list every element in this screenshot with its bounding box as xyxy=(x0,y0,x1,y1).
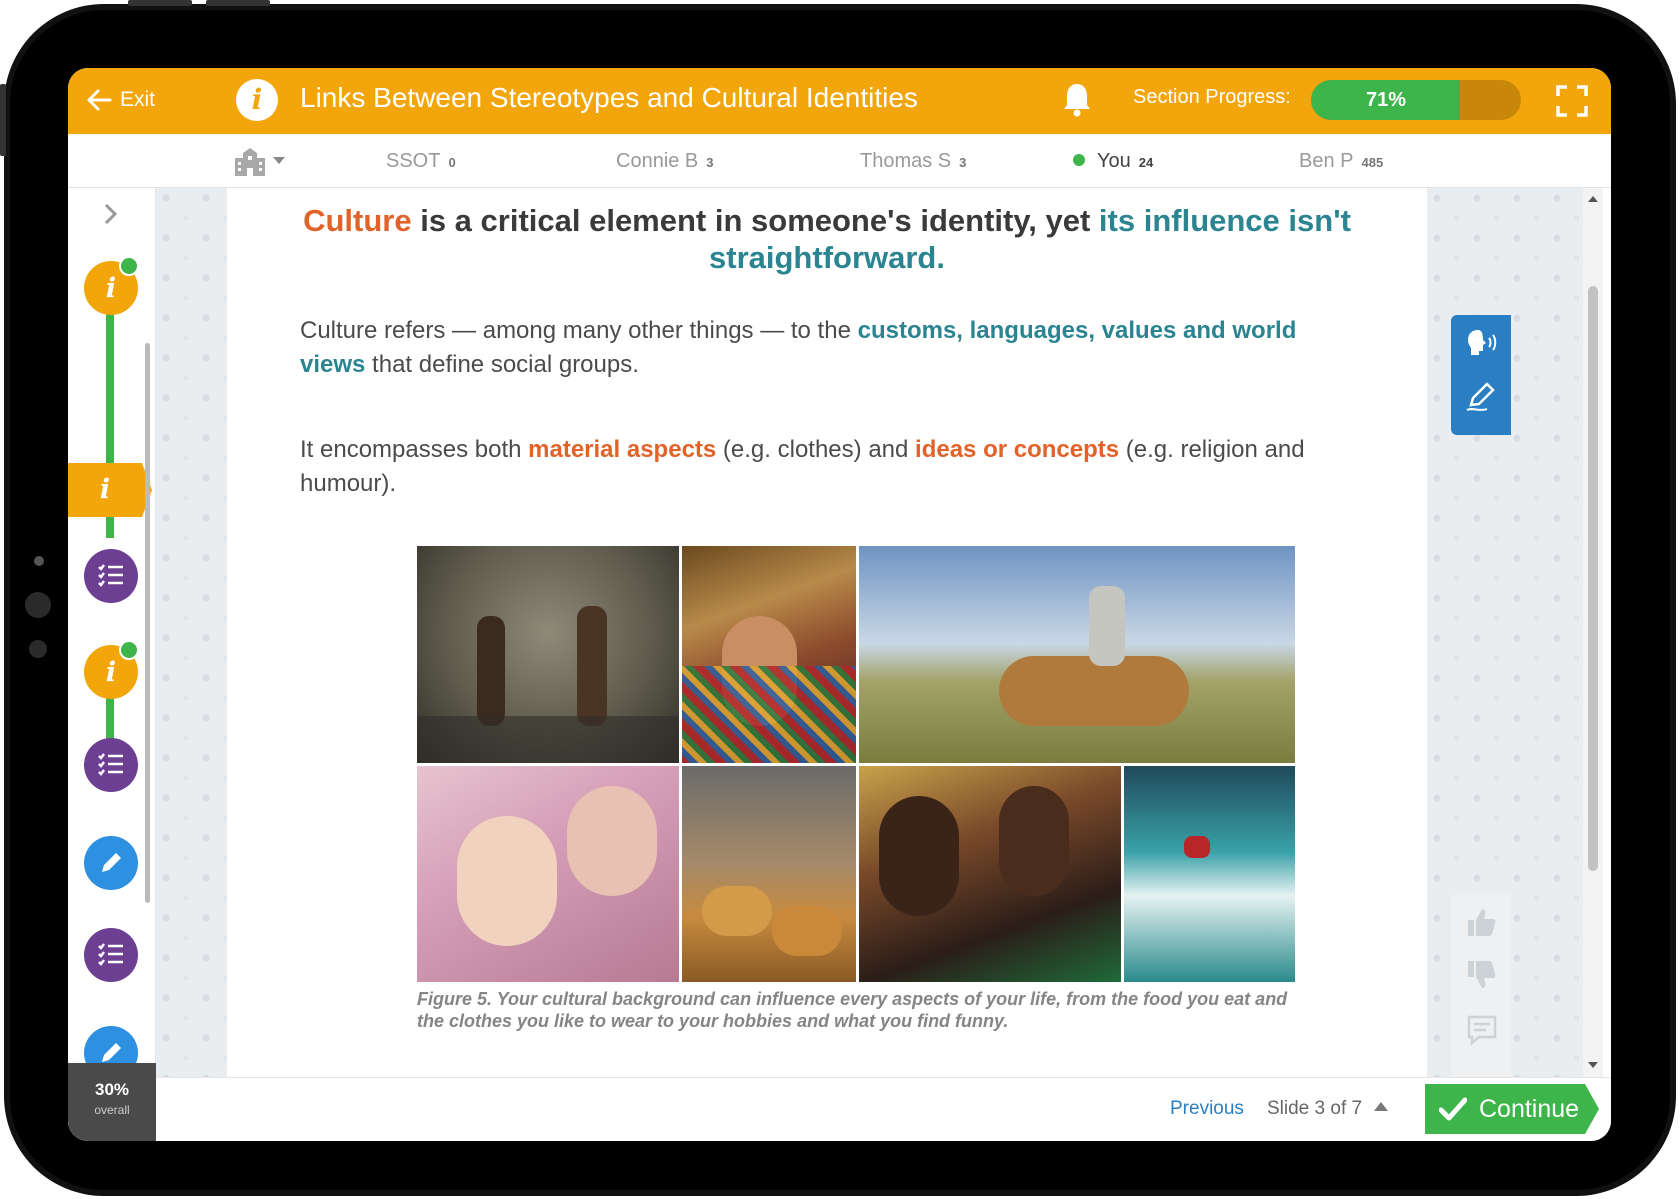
reading-tools xyxy=(1451,315,1511,435)
leaderboard-entry: SSOT 0 xyxy=(386,150,456,172)
dropdown-caret-icon xyxy=(273,157,285,164)
thumbs-up-icon[interactable] xyxy=(1465,905,1499,939)
photo-crowd-celebration xyxy=(859,766,1121,982)
nav-node-info-active[interactable]: i xyxy=(68,463,152,517)
tablet-top-button xyxy=(206,0,270,6)
online-status-dot xyxy=(1073,153,1085,166)
tablet-top-button xyxy=(128,0,192,6)
scroll-up-arrow-icon[interactable] xyxy=(1588,195,1598,203)
scrollbar-thumb[interactable] xyxy=(1588,286,1598,871)
nav-node-checklist[interactable] xyxy=(84,738,138,792)
section-progress-label: Section Progress: xyxy=(1133,86,1291,108)
nav-node-edit[interactable] xyxy=(84,836,138,890)
read-aloud-icon[interactable] xyxy=(1465,327,1499,361)
leaderboard-entry: Ben P 485 xyxy=(1299,150,1384,172)
previous-button[interactable]: Previous xyxy=(1170,1098,1244,1120)
school-selector[interactable] xyxy=(233,144,285,178)
annotate-pencil-icon[interactable] xyxy=(1465,379,1499,413)
slide-headline: Culture is a critical element in someone… xyxy=(303,203,1351,275)
photo-surfer-wave xyxy=(1124,766,1295,982)
app-screen: Exit i Links Between Stereotypes and Cul… xyxy=(68,68,1611,1141)
feedback-tools xyxy=(1451,893,1511,1078)
slide-footer: Previous Slide 3 of 7 Continue xyxy=(156,1077,1611,1141)
thumbs-down-icon[interactable] xyxy=(1465,958,1499,992)
tablet-camera xyxy=(34,556,44,566)
content-card: Culture is a critical element in someone… xyxy=(227,188,1427,1077)
school-icon xyxy=(235,148,265,176)
section-progress-bar: 71% xyxy=(1311,80,1521,120)
checklist-icon xyxy=(98,943,123,966)
culture-photo-collage xyxy=(417,546,1295,982)
photo-boys-fishing xyxy=(417,546,679,763)
photo-cosplay-girls xyxy=(417,766,679,982)
paragraph-culture-definition: Culture refers — among many other things… xyxy=(300,317,1297,378)
page-title: Links Between Stereotypes and Cultural I… xyxy=(300,82,918,113)
lesson-nav: i i i 30% overall xyxy=(68,188,156,1141)
nav-node-checklist[interactable] xyxy=(84,549,138,603)
overall-progress-label: overall xyxy=(94,1103,130,1117)
checklist-icon xyxy=(98,564,123,587)
scroll-down-arrow-icon[interactable] xyxy=(1588,1061,1598,1069)
figure-caption: Figure 5. Your cultural background can i… xyxy=(417,989,1288,1031)
chevron-right-icon[interactable] xyxy=(96,200,124,228)
overall-progress: 30% overall xyxy=(68,1063,156,1141)
overall-progress-value: 30% xyxy=(94,1080,130,1099)
leaderboard: SSOT 0 Connie B3 Thomas S3 You 24 Ben P 485 xyxy=(68,134,1611,188)
leaderboard-entry: Thomas S3 xyxy=(860,150,967,172)
arrow-left-icon xyxy=(87,89,112,111)
continue-button[interactable]: Continue xyxy=(1425,1084,1599,1134)
tablet-sensor xyxy=(29,640,47,658)
fullscreen-icon[interactable] xyxy=(1555,84,1589,118)
top-bar: Exit i Links Between Stereotypes and Cul… xyxy=(68,68,1611,134)
continue-label: Continue xyxy=(1479,1094,1580,1123)
nav-scrollbar[interactable] xyxy=(145,343,150,903)
exit-label: Exit xyxy=(120,88,156,111)
photo-cowboy-horse xyxy=(859,546,1295,763)
nav-node-checklist[interactable] xyxy=(84,928,138,982)
checkmark-icon xyxy=(1439,1097,1467,1121)
paragraph-culture-aspects: It encompasses both material aspects (e.… xyxy=(300,436,1305,497)
tablet-sensor xyxy=(25,592,51,618)
content-scrollbar[interactable] xyxy=(1583,188,1603,1077)
photo-woman-headdress xyxy=(682,546,856,763)
section-progress-text: 71% xyxy=(1365,89,1407,111)
comment-icon[interactable] xyxy=(1465,1013,1499,1047)
info-icon: i xyxy=(236,79,278,121)
pencil-icon xyxy=(102,853,121,872)
slide-indicator[interactable]: Slide 3 of 7 xyxy=(1267,1098,1389,1120)
leaderboard-entry-you: You 24 xyxy=(1073,150,1153,173)
checklist-icon xyxy=(98,753,123,776)
photo-bread-pastries xyxy=(682,766,856,982)
completed-check-icon xyxy=(119,640,139,660)
leaderboard-entry: Connie B3 xyxy=(616,150,714,172)
completed-check-icon xyxy=(119,256,139,276)
background-pattern xyxy=(156,188,227,1077)
tablet-side-button xyxy=(0,84,6,156)
bell-icon[interactable] xyxy=(1061,81,1093,117)
caret-up-icon xyxy=(1374,1102,1389,1112)
exit-button[interactable]: Exit xyxy=(86,80,155,120)
